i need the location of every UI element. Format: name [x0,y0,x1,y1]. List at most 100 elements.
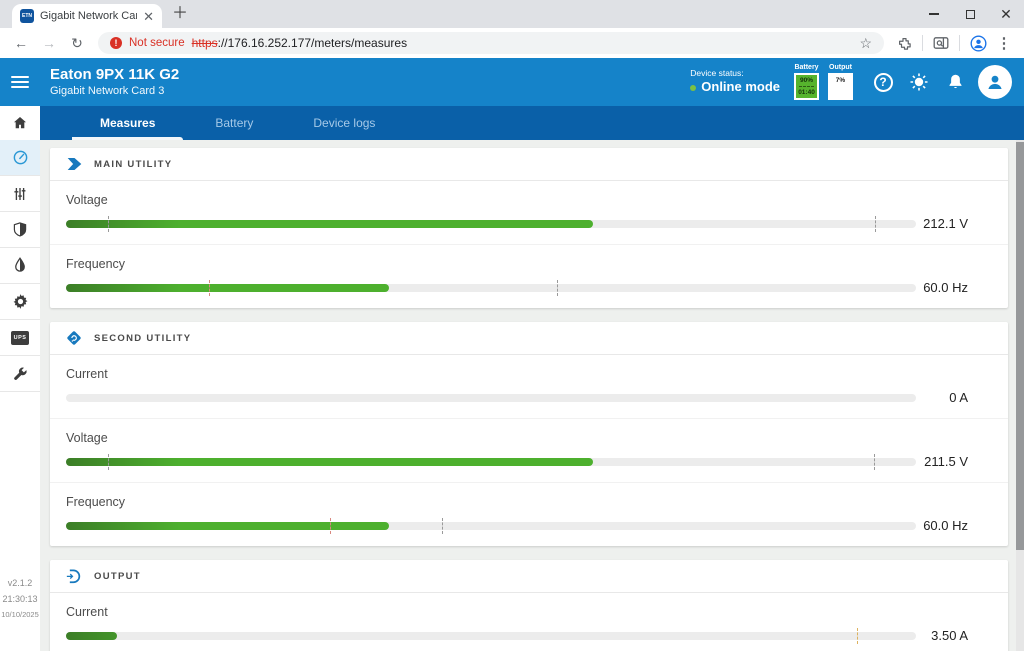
sidebar-item-home[interactable] [0,106,40,140]
url-text: https://176.16.252.177/meters/measures [192,36,407,50]
browser-tab-strip: ETN Gigabit Network Card 3 ✕ ＋ ✕ [0,0,1024,28]
forward-icon[interactable]: → [36,35,62,51]
section-header: OUTPUT [50,560,1008,593]
browser-tab-title: Gigabit Network Card 3 [40,10,137,22]
new-tab-button[interactable]: ＋ [172,0,188,23]
measure-bar-track [66,632,916,640]
section-title: SECOND UTILITY [94,333,191,344]
page-scrollbar[interactable] [1016,140,1024,651]
threshold-marker [874,454,875,470]
threshold-marker [875,216,876,232]
measure-bar-fill [66,284,389,292]
threshold-marker [108,454,109,470]
threshold-marker [108,216,109,232]
output-gauge-label: Output [829,64,852,71]
tab-battery[interactable]: Battery [185,106,283,140]
measure-value: 212.1 V [916,216,992,231]
measure-bar-fill [66,632,117,640]
sidebar-item-controls[interactable] [0,176,40,212]
tab-close-icon[interactable]: ✕ [143,10,154,23]
hamburger-menu-icon[interactable] [0,58,40,106]
bell-icon [946,73,965,92]
sun-icon [909,72,929,92]
sidebar-item-settings[interactable] [0,284,40,320]
window-maximize-button[interactable] [952,0,988,28]
not-secure-icon: ! [110,37,122,49]
shield-icon [12,221,28,238]
time-text: 21:30:13 [0,591,40,607]
measure-bar-fill [66,220,593,228]
section-title: MAIN UTILITY [94,159,172,170]
sidebar-item-meters[interactable] [0,140,40,176]
measure-value: 211.5 V [916,454,992,469]
window-minimize-button[interactable] [916,0,952,28]
not-secure-label[interactable]: Not secure [129,37,185,49]
output-level-icon: 7% [828,73,853,100]
section-card-output: OUTPUTCurrent3.50 AVoltage208.0 V [50,560,1008,651]
browser-menu-kebab-icon[interactable]: ⋮ [992,34,1016,52]
sidebar-item-protection[interactable] [0,212,40,248]
toolbar-divider [959,35,960,51]
side-panel-icon[interactable] [929,36,953,50]
second-utility-icon [65,329,83,347]
app-header: Eaton 9PX 11K G2 Gigabit Network Card 3 … [0,58,1024,106]
notifications-button[interactable] [940,65,970,99]
help-button[interactable]: ? [868,65,898,99]
measure-label: Voltage [66,431,992,446]
measure-row-main-utility-voltage: Voltage212.1 V [50,181,1008,244]
tab-measures[interactable]: Measures [70,106,185,140]
measure-bar-fill [66,458,593,466]
threshold-marker [557,280,558,296]
section-card-main-utility: MAIN UTILITY Voltage212.1 VFrequency60.0 … [50,148,1008,308]
scrollbar-thumb[interactable] [1016,142,1024,550]
version-text: v2.1.2 [0,575,40,591]
section-header: SECOND UTILITY [50,322,1008,355]
user-account-button[interactable] [978,65,1012,99]
droplet-icon [13,257,27,274]
measure-value: 60.0 Hz [916,280,992,295]
measure-row-second-utility-frequency: Frequency60.0 Hz [50,482,1008,546]
measure-bar-track [66,220,916,228]
eaton-favicon-icon: ETN [20,9,34,23]
tab-device-logs[interactable]: Device logs [283,106,405,140]
threshold-marker [209,280,210,296]
device-status: Device status: Online mode [690,68,780,96]
section-title: OUTPUT [94,571,141,582]
measures-tab-bar: MeasuresBatteryDevice logs [40,106,1024,140]
window-close-button[interactable]: ✕ [988,0,1024,28]
address-bar[interactable]: ! Not secure https://176.16.252.177/mete… [98,32,884,54]
sidebar-item-environment[interactable] [0,248,40,284]
measure-label: Frequency [66,495,992,510]
sidebar: UPSv2.1.221:30:1310/10/2025 [0,106,40,651]
browser-tab[interactable]: ETN Gigabit Network Card 3 ✕ [12,4,162,28]
reload-icon[interactable]: ↻ [64,35,90,52]
threshold-marker [330,518,331,534]
gauge-icon [12,149,29,166]
profile-avatar-icon[interactable] [966,35,990,52]
measure-label: Current [66,367,992,382]
device-subtitle: Gigabit Network Card 3 [50,85,179,99]
ups-icon: UPS [11,331,30,345]
measure-value: 3.50 A [916,628,992,643]
output-gauge[interactable]: Output 7% [828,64,853,100]
device-status-label: Device status: [690,68,780,79]
sidebar-item-ups[interactable]: UPS [0,320,40,356]
measure-bar-track [66,394,916,402]
measure-row-second-utility-current: Current0 A [50,355,1008,418]
theme-brightness-button[interactable] [904,65,934,99]
user-avatar-icon [985,72,1005,92]
measure-bar-track [66,458,916,466]
battery-gauge[interactable]: Battery 90% 01:40 [794,64,819,100]
sidebar-item-maintenance[interactable] [0,356,40,392]
back-icon[interactable]: ← [8,35,34,51]
bookmark-star-icon[interactable]: ☆ [859,35,872,52]
measure-row-second-utility-voltage: Voltage 211.5 V [50,418,1008,482]
extensions-puzzle-icon[interactable] [892,36,916,51]
measure-label: Current [66,605,992,620]
browser-toolbar: ← → ↻ ! Not secure https://176.16.252.17… [0,28,1024,58]
online-status-dot [690,85,696,91]
question-mark-icon: ? [874,73,893,92]
measure-row-main-utility-frequency: Frequency60.0 Hz [50,244,1008,308]
measure-bar-fill [66,522,389,530]
maximize-icon [966,10,975,19]
